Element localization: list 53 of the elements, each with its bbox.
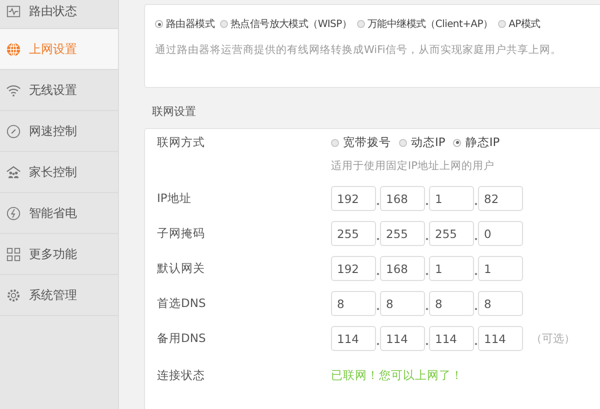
ip-octet-field[interactable]: 8: [331, 291, 376, 316]
field-label: 子网掩码: [157, 226, 206, 241]
connection-radio[interactable]: 宽带拨号: [331, 135, 391, 150]
wifi-icon: [6, 82, 21, 98]
lightning-icon: [6, 206, 21, 220]
ip-octet-field[interactable]: 1: [478, 256, 523, 281]
section-title: 联网设置: [152, 104, 197, 119]
field-label: 连接状态: [157, 368, 206, 383]
ip-octet-field[interactable]: 114: [429, 326, 474, 351]
ip-octet-field[interactable]: 1: [429, 256, 474, 281]
ip-octet-field[interactable]: 255: [380, 221, 425, 246]
sidebar-item[interactable]: 家长控制: [0, 152, 118, 193]
ip-octet-field[interactable]: 0: [478, 221, 523, 246]
ip-octet-field[interactable]: 114: [478, 326, 523, 351]
ip-octet-field[interactable]: 8: [478, 291, 523, 316]
ip-octet-field[interactable]: 114: [380, 326, 425, 351]
ip-octet-field[interactable]: 255: [331, 221, 376, 246]
mode-radio[interactable]: AP模式: [498, 17, 540, 31]
field-label: 备用DNS: [157, 331, 207, 346]
optional-note: （可选）: [531, 331, 575, 346]
field-label: 默认网关: [157, 261, 206, 276]
field-label: 联网方式: [157, 135, 206, 151]
ip-octet-field[interactable]: 82: [478, 186, 523, 211]
ip-octet-field[interactable]: 168: [380, 186, 425, 211]
field-label: IP地址: [157, 191, 192, 206]
ip-octet-field[interactable]: 192: [331, 256, 376, 281]
mode-radio[interactable]: 路由器模式: [155, 17, 215, 31]
ip-octet-field[interactable]: 8: [429, 291, 474, 316]
mode-radio[interactable]: 热点信号放大模式（WISP）: [220, 17, 352, 31]
ip-octet-field[interactable]: 114: [331, 326, 376, 351]
people-icon: [6, 164, 21, 180]
ip-octet-field[interactable]: 255: [429, 221, 474, 246]
mode-radio[interactable]: 万能中继模式（Client+AP）: [356, 17, 493, 31]
mode-description: 通过路由器将运营商提供的有线网络转换成WiFi信号，从而实现家庭用户共享上网。: [155, 43, 562, 57]
sidebar-item[interactable]: 智能省电: [0, 193, 118, 234]
sidebar-item[interactable]: 更多功能: [0, 234, 118, 275]
field-label: 首选DNS: [157, 296, 207, 311]
gauge-icon: [6, 124, 21, 138]
globe-icon: [6, 42, 21, 56]
sidebar-item[interactable]: 网速控制: [0, 111, 118, 152]
ip-octet-field[interactable]: 1: [429, 186, 474, 211]
status-text: 已联网！您可以上网了！: [331, 368, 463, 383]
connection-radio[interactable]: 动态IP: [399, 135, 446, 150]
sidebar-item[interactable]: 系统管理: [0, 275, 118, 316]
grid-icon: [6, 246, 21, 262]
ip-octet-field[interactable]: 8: [380, 291, 425, 316]
sidebar-item[interactable]: 无线设置: [0, 70, 118, 111]
ip-octet-field[interactable]: 192: [331, 186, 376, 211]
connection-radio[interactable]: 静态IP: [453, 135, 500, 150]
ip-octet-field[interactable]: 168: [380, 256, 425, 281]
chart-icon: [6, 4, 21, 18]
settings-icon: [6, 288, 21, 302]
hint-text: 适用于使用固定IP地址上网的用户: [331, 159, 496, 173]
